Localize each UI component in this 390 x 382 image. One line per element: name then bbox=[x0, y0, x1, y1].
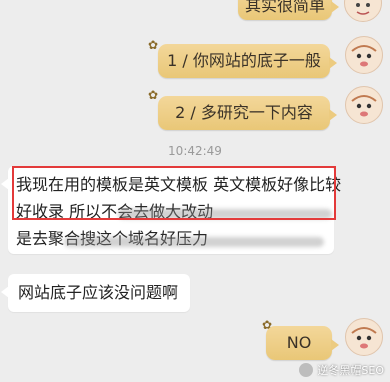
avatar-self[interactable] bbox=[344, 0, 382, 22]
message-line-1: 网站底子应该没问题啊 bbox=[18, 283, 179, 302]
outgoing-message-4[interactable]: NO bbox=[266, 326, 339, 360]
avatar-self[interactable] bbox=[345, 318, 383, 356]
face-icon bbox=[351, 95, 377, 117]
sparkle-sticker-icon: ✿ bbox=[148, 88, 159, 102]
highlight-box bbox=[12, 166, 336, 220]
incoming-message-2[interactable]: 网站底子应该没问题啊 bbox=[1, 274, 190, 312]
avatar-self[interactable] bbox=[345, 86, 383, 124]
face-icon bbox=[351, 327, 377, 349]
wechat-logo-icon bbox=[299, 363, 314, 377]
watermark: 逆冬黑帽SEO bbox=[299, 362, 384, 378]
message-text: 其实很简单 bbox=[244, 0, 325, 15]
redaction-blur bbox=[64, 237, 324, 247]
face-icon bbox=[351, 45, 377, 67]
outgoing-message-2[interactable]: 1 / 你网站的底子一般 bbox=[158, 44, 337, 78]
message-timestamp: 10:42:49 bbox=[168, 144, 222, 158]
outgoing-message-3[interactable]: 2 / 多研究一下内容 bbox=[158, 96, 337, 130]
message-text: NO bbox=[286, 333, 312, 352]
message-text: 2 / 多研究一下内容 bbox=[175, 103, 313, 122]
outgoing-message-1[interactable]: 其实很简单 bbox=[238, 0, 339, 20]
face-icon bbox=[356, 3, 370, 15]
avatar-self[interactable] bbox=[345, 36, 383, 74]
sparkle-sticker-icon: ✿ bbox=[148, 38, 159, 52]
watermark-text: 逆冬黑帽SEO bbox=[317, 364, 384, 377]
message-text: 1 / 你网站的底子一般 bbox=[167, 51, 321, 70]
